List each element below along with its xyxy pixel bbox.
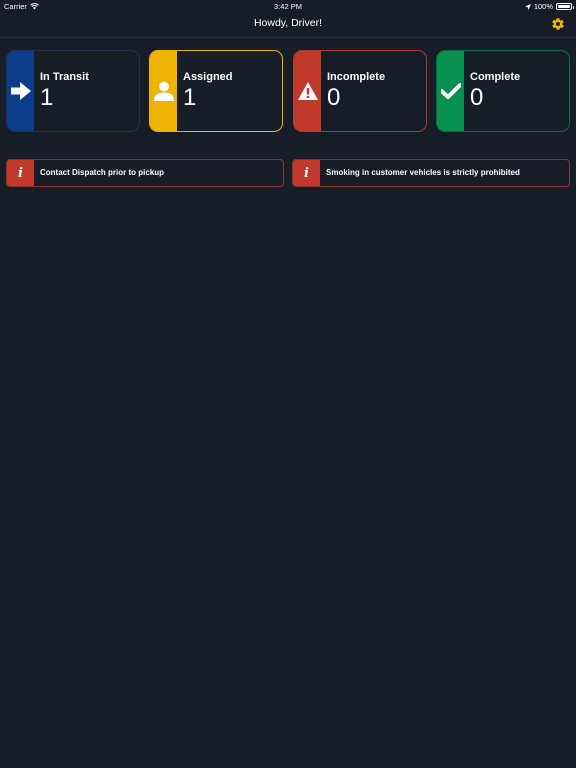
notice-text: Contact Dispatch prior to pickup [40, 168, 165, 177]
arrow-right-icon [10, 82, 31, 100]
card-assigned[interactable]: Assigned 1 [149, 50, 283, 132]
card-incomplete[interactable]: Incomplete 0 [293, 50, 427, 132]
notice-text: Smoking in customer vehicles is strictly… [326, 168, 520, 177]
info-icon: i [293, 160, 320, 186]
card-complete-label: Complete [470, 71, 521, 83]
card-complete-strip [437, 51, 464, 131]
card-assigned-strip [150, 51, 177, 131]
warning-icon [297, 82, 318, 100]
info-icon-glyph: i [18, 165, 23, 181]
status-time: 3:42 PM [274, 2, 302, 11]
status-right: 100% [524, 2, 574, 11]
status-bar: Carrier 3:42 PM 100% [0, 0, 576, 12]
person-icon [153, 81, 174, 101]
info-icon-glyph: i [304, 165, 309, 181]
page-title: Howdy, Driver! [253, 17, 323, 29]
card-incomplete-count: 0 [327, 84, 341, 111]
card-assigned-count: 1 [183, 84, 197, 111]
battery-fill [558, 5, 570, 8]
location-arrow-icon [524, 3, 531, 10]
gear-icon [552, 18, 564, 30]
card-incomplete-strip [294, 51, 321, 131]
card-in-transit-strip [7, 51, 34, 131]
card-in-transit[interactable]: In Transit 1 [6, 50, 140, 132]
nav-bar: Howdy, Driver! [0, 12, 576, 38]
card-complete[interactable]: Complete 0 [436, 50, 570, 132]
checkmark-icon [440, 83, 461, 99]
card-in-transit-count: 1 [40, 84, 54, 111]
info-icon: i [7, 160, 34, 186]
notice-item: i Contact Dispatch prior to pickup [6, 159, 284, 187]
settings-button[interactable] [551, 17, 565, 31]
card-complete-count: 0 [470, 84, 484, 111]
notice-item: i Smoking in customer vehicles is strict… [292, 159, 570, 187]
battery-percent: 100% [533, 2, 553, 11]
card-in-transit-label: In Transit [40, 71, 89, 83]
battery-icon [556, 3, 574, 10]
card-assigned-label: Assigned [183, 71, 233, 83]
card-incomplete-label: Incomplete [327, 71, 386, 83]
